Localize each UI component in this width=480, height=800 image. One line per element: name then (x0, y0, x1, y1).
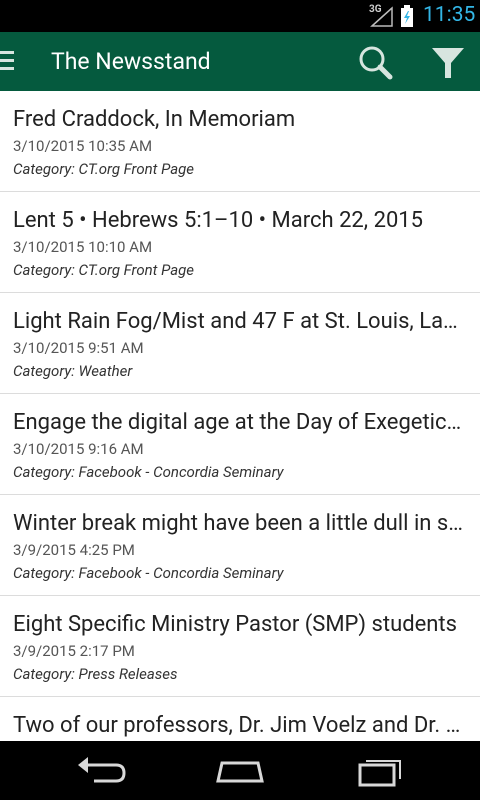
item-title: Lent 5 • Hebrews 5:1–10 • March 22, 2015 (13, 208, 424, 233)
battery-charging-icon (401, 5, 413, 27)
item-date: 3/10/2015 9:51 AM (13, 339, 144, 357)
list-item[interactable]: Winter break might have been a little du… (0, 495, 480, 596)
status-clock: 11:35 (423, 3, 476, 27)
item-date: 3/10/2015 9:16 AM (13, 440, 144, 458)
back-icon (78, 757, 126, 783)
item-date: 3/9/2015 4:25 PM (13, 541, 135, 559)
list-item[interactable]: Fred Craddock, In Memoriam 3/10/2015 10:… (0, 91, 480, 192)
item-category: Category: Facebook - Concordia Seminary (13, 564, 284, 582)
news-feed-list[interactable]: Fred Craddock, In Memoriam 3/10/2015 10:… (0, 91, 480, 741)
home-button[interactable] (210, 753, 270, 789)
item-title: Eight Specific Ministry Pastor (SMP) stu… (13, 612, 457, 637)
list-item[interactable]: Lent 5 • Hebrews 5:1–10 • March 22, 2015… (0, 192, 480, 293)
item-title: Two of our professors, Dr. Jim Voelz and… (13, 713, 468, 738)
filter-button[interactable] (428, 43, 468, 83)
item-category: Category: CT.org Front Page (13, 160, 194, 178)
list-item[interactable]: Engage the digital age at the Day of Exe… (0, 394, 480, 495)
item-title: Winter break might have been a little du… (13, 511, 468, 536)
recent-apps-button[interactable] (350, 753, 410, 789)
action-bar: The Newsstand (0, 32, 480, 91)
system-navigation-bar (0, 741, 480, 800)
back-button[interactable] (72, 753, 132, 789)
item-title: Engage the digital age at the Day of Exe… (13, 410, 468, 435)
item-category: Category: Facebook - Concordia Seminary (13, 463, 284, 481)
item-title: Light Rain Fog/Mist and 47 F at St. Loui… (13, 309, 468, 334)
item-date: 3/9/2015 2:17 PM (13, 642, 135, 660)
item-category: Category: Press Releases (13, 665, 178, 683)
item-category: Category: Weather (13, 362, 133, 380)
list-item[interactable]: Eight Specific Ministry Pastor (SMP) stu… (0, 596, 480, 697)
recent-apps-icon (358, 760, 401, 787)
home-icon (216, 761, 264, 783)
search-icon (359, 46, 393, 80)
item-date: 3/10/2015 10:35 AM (13, 137, 153, 155)
search-button[interactable] (356, 43, 396, 83)
list-item[interactable]: Two of our professors, Dr. Jim Voelz and… (0, 697, 480, 741)
item-title: Fred Craddock, In Memoriam (13, 107, 296, 132)
signal-icon (370, 6, 393, 27)
item-date: 3/10/2015 10:10 AM (13, 238, 153, 256)
filter-icon (432, 48, 464, 78)
app-title: The Newsstand (51, 48, 211, 75)
navigation-drawer-icon[interactable] (0, 51, 14, 73)
item-category: Category: CT.org Front Page (13, 261, 194, 279)
list-item[interactable]: Light Rain Fog/Mist and 47 F at St. Loui… (0, 293, 480, 394)
status-bar: 3G 11:35 (0, 0, 480, 32)
